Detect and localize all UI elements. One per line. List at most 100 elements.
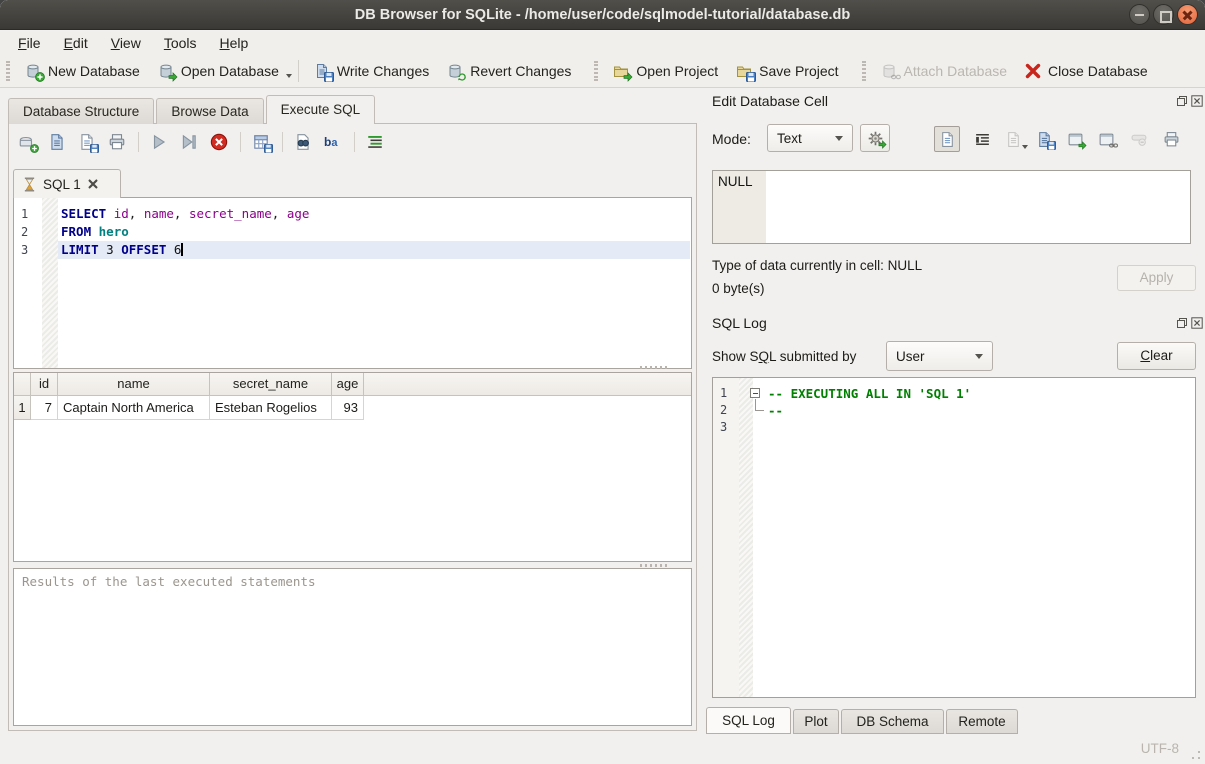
close-dock-icon[interactable]: [1191, 94, 1203, 106]
results-table-header: id name secret_name age: [14, 373, 691, 396]
title-bar[interactable]: DB Browser for SQLite - /home/user/code/…: [0, 0, 1205, 30]
tab-sql-log[interactable]: SQL Log: [706, 707, 791, 734]
column-header-id[interactable]: id: [31, 373, 58, 396]
float-dock-icon[interactable]: [1176, 94, 1188, 106]
menu-file[interactable]: File: [9, 34, 50, 52]
toolbar-grip[interactable]: [6, 61, 10, 81]
execute-all-icon[interactable]: [150, 133, 169, 152]
mode-combobox[interactable]: Text: [767, 124, 853, 152]
column-header-age[interactable]: age: [332, 373, 364, 396]
revert-changes-button[interactable]: Revert Changes: [438, 59, 580, 84]
main-toolbar: New Database Open Database Write Changes…: [0, 55, 1205, 88]
toolbar-grip[interactable]: [862, 61, 866, 81]
cell-id[interactable]: 7: [31, 396, 58, 420]
open-project-label: Open Project: [636, 63, 718, 79]
header-filler: [364, 373, 691, 396]
import-file-button[interactable]: [1002, 128, 1024, 150]
cell-secret-name[interactable]: Esteban Rogelios: [210, 396, 332, 420]
corner-header-cell: [14, 373, 31, 396]
chevron-down-icon: [975, 354, 983, 359]
open-database-button[interactable]: Open Database: [149, 59, 288, 84]
link-cell-button[interactable]: [1095, 128, 1117, 150]
clear-log-button[interactable]: Clear: [1117, 342, 1196, 370]
close-database-icon: [1025, 63, 1042, 80]
sql-code-editor[interactable]: 1 SELECT id, name, secret_name, age 2 FR…: [13, 197, 692, 369]
resize-grip[interactable]: [1191, 750, 1201, 760]
open-database-dropdown-icon[interactable]: [286, 74, 292, 78]
set-null-button[interactable]: [1128, 128, 1150, 150]
tab-browse-data[interactable]: Browse Data: [156, 98, 263, 124]
open-in-window-button[interactable]: [1064, 128, 1086, 150]
tab-plot[interactable]: Plot: [793, 709, 839, 734]
gear-icon: [867, 130, 884, 147]
tab-db-schema[interactable]: DB Schema: [841, 709, 944, 734]
results-table[interactable]: id name secret_name age 1 7 Captain Nort…: [13, 372, 692, 562]
apply-settings-button[interactable]: [860, 124, 890, 152]
tab-execute-sql[interactable]: Execute SQL: [266, 95, 376, 124]
save-results-icon[interactable]: [252, 133, 271, 152]
menu-view[interactable]: View: [102, 34, 150, 52]
menu-tools[interactable]: Tools: [155, 34, 206, 52]
save-project-button[interactable]: Save Project: [727, 59, 847, 84]
export-file-button[interactable]: [1033, 128, 1055, 150]
format-sql-icon[interactable]: [366, 133, 385, 152]
tab-database-structure[interactable]: Database Structure: [8, 98, 154, 124]
new-database-button[interactable]: New Database: [16, 59, 149, 84]
code-line: SELECT id, name, secret_name, age: [61, 205, 309, 223]
encoding-indicator[interactable]: UTF-8: [1141, 741, 1179, 756]
cell-value-editor[interactable]: NULL: [712, 170, 1191, 244]
cell-size-text: 0 byte(s): [712, 281, 765, 296]
open-project-button[interactable]: Open Project: [604, 59, 727, 84]
column-header-secret-name[interactable]: secret_name: [210, 373, 332, 396]
find-icon[interactable]: [294, 133, 313, 152]
column-header-name[interactable]: name: [58, 373, 210, 396]
open-tab-icon[interactable]: [18, 133, 37, 152]
open-sql-file-icon[interactable]: [48, 133, 67, 152]
line-number: 3: [21, 241, 28, 259]
auto-completion-icon[interactable]: ba: [324, 133, 343, 152]
execute-current-line-icon[interactable]: [180, 133, 199, 152]
cell-name[interactable]: Captain North America: [58, 396, 210, 420]
minimize-button[interactable]: [1129, 4, 1150, 25]
write-changes-button[interactable]: Write Changes: [305, 59, 438, 84]
open-database-icon: [158, 63, 175, 80]
menu-help[interactable]: Help: [211, 34, 258, 52]
code-line: FROM hero: [61, 223, 129, 241]
close-tab-icon[interactable]: [88, 179, 98, 189]
close-database-button[interactable]: Close Database: [1016, 59, 1157, 84]
attach-database-label: Attach Database: [904, 63, 1008, 79]
sql-document-tab[interactable]: SQL 1: [13, 169, 121, 198]
splitter-handle[interactable]: [640, 366, 668, 369]
log-line: --: [768, 402, 783, 419]
log-line: -- EXECUTING ALL IN 'SQL 1': [768, 385, 971, 402]
tab-remote[interactable]: Remote: [946, 709, 1018, 734]
table-row[interactable]: 1 7 Captain North America Esteban Rogeli…: [14, 396, 691, 420]
edit-cell-dock-title: Edit Database Cell: [712, 93, 828, 109]
sql-log-view[interactable]: 1 -- EXECUTING ALL IN 'SQL 1' 2 -- 3: [712, 377, 1196, 698]
row-number-cell: 1: [14, 396, 31, 420]
print-icon[interactable]: [108, 133, 127, 152]
float-dock-icon[interactable]: [1176, 316, 1188, 328]
toolbar-grip[interactable]: [594, 61, 598, 81]
cell-age[interactable]: 93: [332, 396, 364, 420]
print-cell-button[interactable]: [1160, 128, 1182, 150]
hourglass-icon: [23, 177, 36, 192]
log-line-number: 3: [720, 419, 727, 436]
line-number: 2: [21, 223, 28, 241]
save-sql-file-icon[interactable]: [78, 133, 97, 152]
menu-bar: File Edit View Tools Help: [0, 31, 1205, 55]
apply-button[interactable]: Apply: [1117, 265, 1196, 291]
menu-edit[interactable]: Edit: [55, 34, 97, 52]
splitter-handle[interactable]: [640, 564, 668, 567]
close-dock-icon[interactable]: [1191, 316, 1203, 328]
text-mode-button[interactable]: [934, 126, 960, 152]
revert-changes-label: Revert Changes: [470, 63, 571, 79]
line-number: 1: [21, 205, 28, 223]
word-wrap-button[interactable]: [971, 128, 993, 150]
maximize-button[interactable]: [1153, 4, 1174, 25]
stop-execution-icon[interactable]: [210, 133, 229, 152]
attach-database-button[interactable]: Attach Database: [872, 59, 1017, 84]
submitted-by-combobox[interactable]: User: [886, 341, 993, 371]
revert-changes-icon: [447, 63, 464, 80]
close-window-button[interactable]: [1177, 4, 1198, 25]
